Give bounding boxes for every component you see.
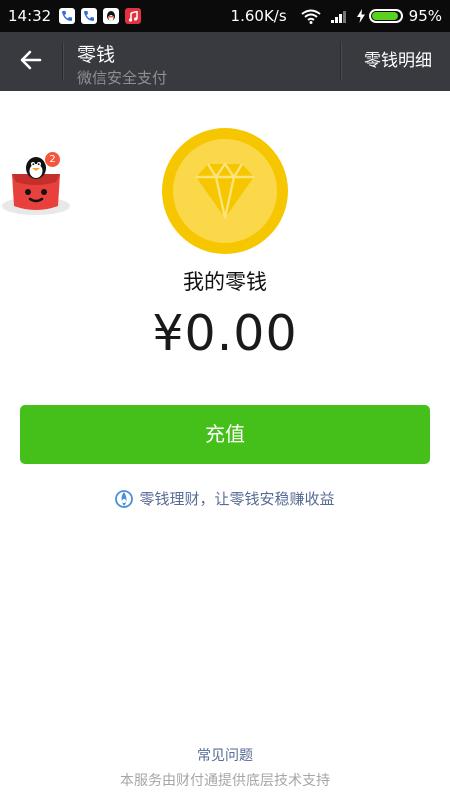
floating-widget[interactable]: 2	[0, 148, 78, 220]
diamond-coin-icon	[162, 128, 288, 254]
notification-badge: 2	[44, 151, 61, 168]
phone-icon	[59, 8, 76, 24]
page-subtitle: 微信安全支付	[77, 69, 168, 87]
signal-icon	[330, 9, 349, 23]
faq-link[interactable]: 常见问题	[0, 745, 450, 765]
back-button[interactable]	[0, 32, 62, 91]
battery-level	[371, 12, 399, 20]
app-header: 零钱 微信安全支付 零钱明细	[0, 32, 450, 91]
licai-icon	[115, 489, 134, 508]
wallet-label: 我的零钱	[183, 270, 267, 294]
battery-icon	[368, 9, 403, 23]
charging-icon	[356, 9, 365, 23]
arrow-left-icon	[20, 50, 42, 74]
qq-penguin-icon	[2, 157, 70, 215]
page-title: 零钱	[77, 44, 116, 66]
recharge-button[interactable]: 充值	[20, 405, 430, 464]
battery-percent: 95%	[408, 7, 442, 25]
licai-link[interactable]: 零钱理财，让零钱安稳赚收益	[0, 488, 450, 509]
status-bar-left: 14:32	[8, 7, 147, 25]
qq-icon	[103, 8, 120, 24]
status-bar: 14:32 1.60K/s 95%	[0, 0, 450, 32]
licai-label: 零钱理财，让零钱安稳赚收益	[139, 490, 335, 508]
footer-note: 本服务由财付通提供底层技术支持	[120, 773, 330, 789]
balance-amount: ¥0.00	[152, 305, 298, 362]
status-time: 14:32	[8, 7, 52, 25]
phone-icon	[81, 8, 98, 24]
music-icon	[125, 8, 142, 24]
header-divider	[340, 42, 341, 81]
balance-detail-button[interactable]: 零钱明细	[364, 32, 432, 91]
wifi-icon	[301, 9, 321, 24]
status-bar-right: 1.60K/s 95%	[231, 7, 442, 25]
header-divider	[62, 42, 63, 81]
network-speed: 1.60K/s	[230, 7, 287, 25]
